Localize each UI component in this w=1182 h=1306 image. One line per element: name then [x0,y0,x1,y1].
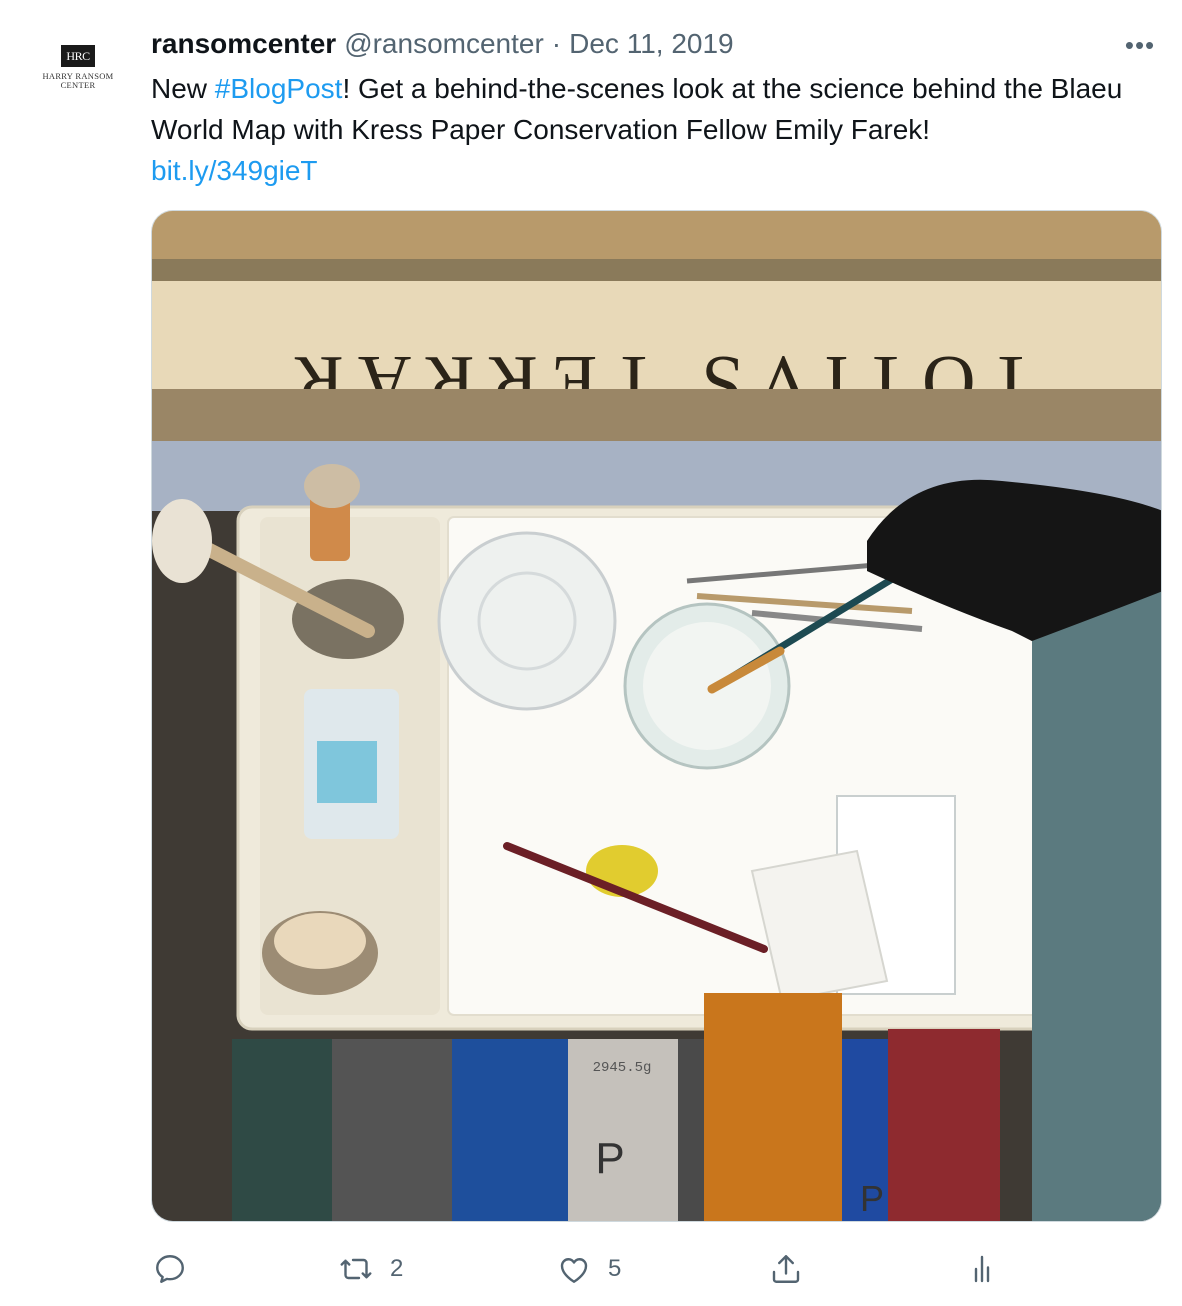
tweet-actions: 2 5 [0,1247,1182,1291]
analytics-button[interactable] [964,1247,1000,1291]
user-handle[interactable]: @ransomcenter [344,28,544,60]
face-mask [317,741,377,803]
weight-label: 2945.5g [593,1060,652,1076]
brush-bristles [304,464,360,508]
tweet-text: New #BlogPost! Get a behind-the-scenes l… [151,68,1151,191]
velvet-cloth [704,993,842,1221]
paste-in-dish [643,622,771,750]
reply-button[interactable] [152,1247,188,1291]
tweet-date[interactable]: Dec 11, 2019 [569,28,734,60]
weight-letter: P [595,1134,624,1183]
like-button[interactable]: 5 [556,1247,621,1291]
map-lower-border [152,389,1161,441]
swab-tips [274,913,366,969]
weight-red [888,1029,1000,1221]
weight-gray [332,1039,452,1221]
tweet-text-part1: New [151,73,215,104]
analytics-icon [974,1255,990,1283]
retweet-button[interactable]: 2 [338,1247,403,1291]
separator-dot: · [551,28,562,59]
weight-letter-small: P [860,1178,884,1219]
share-icon [772,1255,800,1283]
share-button[interactable] [768,1247,804,1291]
tweet-photo[interactable]: TOTIVS TERRAR 2945.5g P P [151,210,1162,1222]
map-border-pattern [152,259,1161,281]
display-name[interactable]: ransomcenter [151,28,336,60]
reply-icon [156,1255,184,1283]
feather-brush [152,499,212,583]
hashtag-link[interactable]: #BlogPost [215,73,343,104]
tweet-header: ransomcenter @ransomcenter · Dec 11, 201… [151,26,734,62]
short-link[interactable]: bit.ly/349gieT [151,155,318,186]
retweet-icon [340,1258,372,1280]
weight-blue [452,1039,568,1221]
logo-caption: HARRY RANSOM CENTER [42,72,113,90]
more-options-button[interactable]: ••• [1120,30,1160,60]
like-count: 5 [608,1255,622,1282]
logo-caption-line2: CENTER [60,80,96,90]
hrc-logo: HRC [61,45,95,67]
avatar[interactable]: HRC HARRY RANSOM CENTER [30,28,126,124]
lab-coat-sleeve [1032,591,1161,1221]
glass-beaker [437,531,617,711]
heart-icon [560,1258,588,1283]
conservation-tray-photo: TOTIVS TERRAR 2945.5g P P [152,211,1161,1221]
retweet-count: 2 [390,1255,404,1282]
weight-green [232,1039,332,1221]
